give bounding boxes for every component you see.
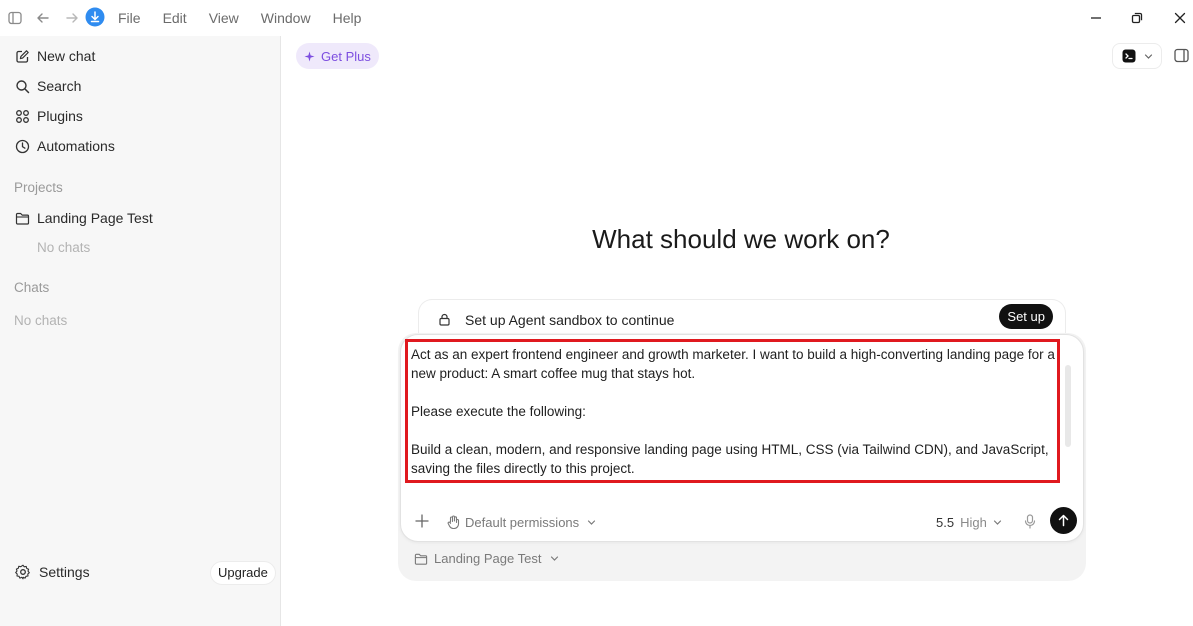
add-attachment-icon[interactable] [413,512,431,530]
lock-icon [437,313,451,327]
menu-window[interactable]: Window [261,10,311,26]
sidebar-item-search[interactable]: Search [14,74,81,98]
model-effort-dropdown[interactable]: 5.5 High [936,512,1002,532]
close-icon[interactable] [1171,9,1189,27]
permissions-dropdown[interactable]: Default permissions [446,512,598,532]
chevron-down-icon [584,515,598,529]
sidebar-item-new-chat[interactable]: New chat [14,44,95,68]
model-version: 5.5 [936,514,955,530]
sidebar: New chat Search Plugins Automations Proj… [0,36,281,626]
folder-icon [414,552,428,566]
sidebar-item-label: Landing Page Test [37,210,153,226]
settings-button[interactable]: Settings [14,563,90,580]
side-panel-icon[interactable] [1172,46,1190,64]
menu-help[interactable]: Help [333,10,362,26]
arrow-up-icon [1058,514,1069,527]
menu-file[interactable]: File [118,10,141,26]
send-button[interactable] [1050,507,1077,534]
forward-arrow-icon[interactable] [62,8,82,28]
folder-icon [14,210,30,226]
sidebar-item-label: Search [37,78,82,94]
model-switcher[interactable] [1112,43,1162,69]
chats-empty-label: No chats [14,313,68,328]
chevron-down-icon [547,552,561,566]
chats-section-label: Chats [14,280,50,295]
compose-icon [14,48,30,64]
setup-button[interactable]: Set up [999,304,1053,329]
model-effort: High [960,514,987,530]
prompt-scrollbar[interactable] [1065,365,1071,447]
sandbox-text: Set up Agent sandbox to continue [465,311,675,328]
prompt-input[interactable]: Act as an expert frontend engineer and g… [411,345,1056,495]
plugins-icon [14,108,30,124]
sparkle-icon [304,51,315,62]
back-arrow-icon[interactable] [33,8,53,28]
clock-icon [14,138,30,154]
hand-icon [446,515,460,529]
minimize-icon[interactable] [1087,9,1105,27]
composer: Act as an expert frontend engineer and g… [400,334,1084,542]
menu-view[interactable]: View [209,10,239,26]
gear-icon [14,563,31,580]
menu-edit[interactable]: Edit [163,10,187,26]
project-selector-label: Landing Page Test [434,551,542,566]
sidebar-item-label: New chat [37,48,96,64]
permissions-label: Default permissions [465,514,580,530]
project-empty-label: No chats [37,240,91,255]
sidebar-item-label: Plugins [37,108,83,124]
chevron-down-icon [1144,52,1153,61]
restore-icon[interactable] [1128,9,1146,27]
menu-bar: File Edit View Window Help [118,0,383,36]
upgrade-button[interactable]: Upgrade [210,561,276,585]
page-title: What should we work on? [592,224,890,254]
microphone-icon[interactable] [1021,512,1039,530]
sidebar-item-automations[interactable]: Automations [14,134,115,158]
chevron-down-icon [993,518,1002,527]
get-plus-button[interactable]: Get Plus [296,43,379,69]
sidebar-item-plugins[interactable]: Plugins [14,104,83,128]
search-icon [14,78,30,94]
title-bar: File Edit View Window Help [0,0,1193,36]
download-update-icon[interactable] [85,7,105,27]
project-selector[interactable]: Landing Page Test [414,551,561,566]
sidebar-toggle-icon[interactable] [5,8,25,28]
sidebar-item-label: Automations [37,138,115,154]
app-logo-icon [1122,49,1136,63]
sidebar-item-project[interactable]: Landing Page Test [14,206,153,230]
projects-section-label: Projects [14,180,63,195]
get-plus-label: Get Plus [321,48,371,64]
composer-toolbar: Default permissions 5.5 High [401,507,1083,537]
settings-label: Settings [39,563,90,580]
